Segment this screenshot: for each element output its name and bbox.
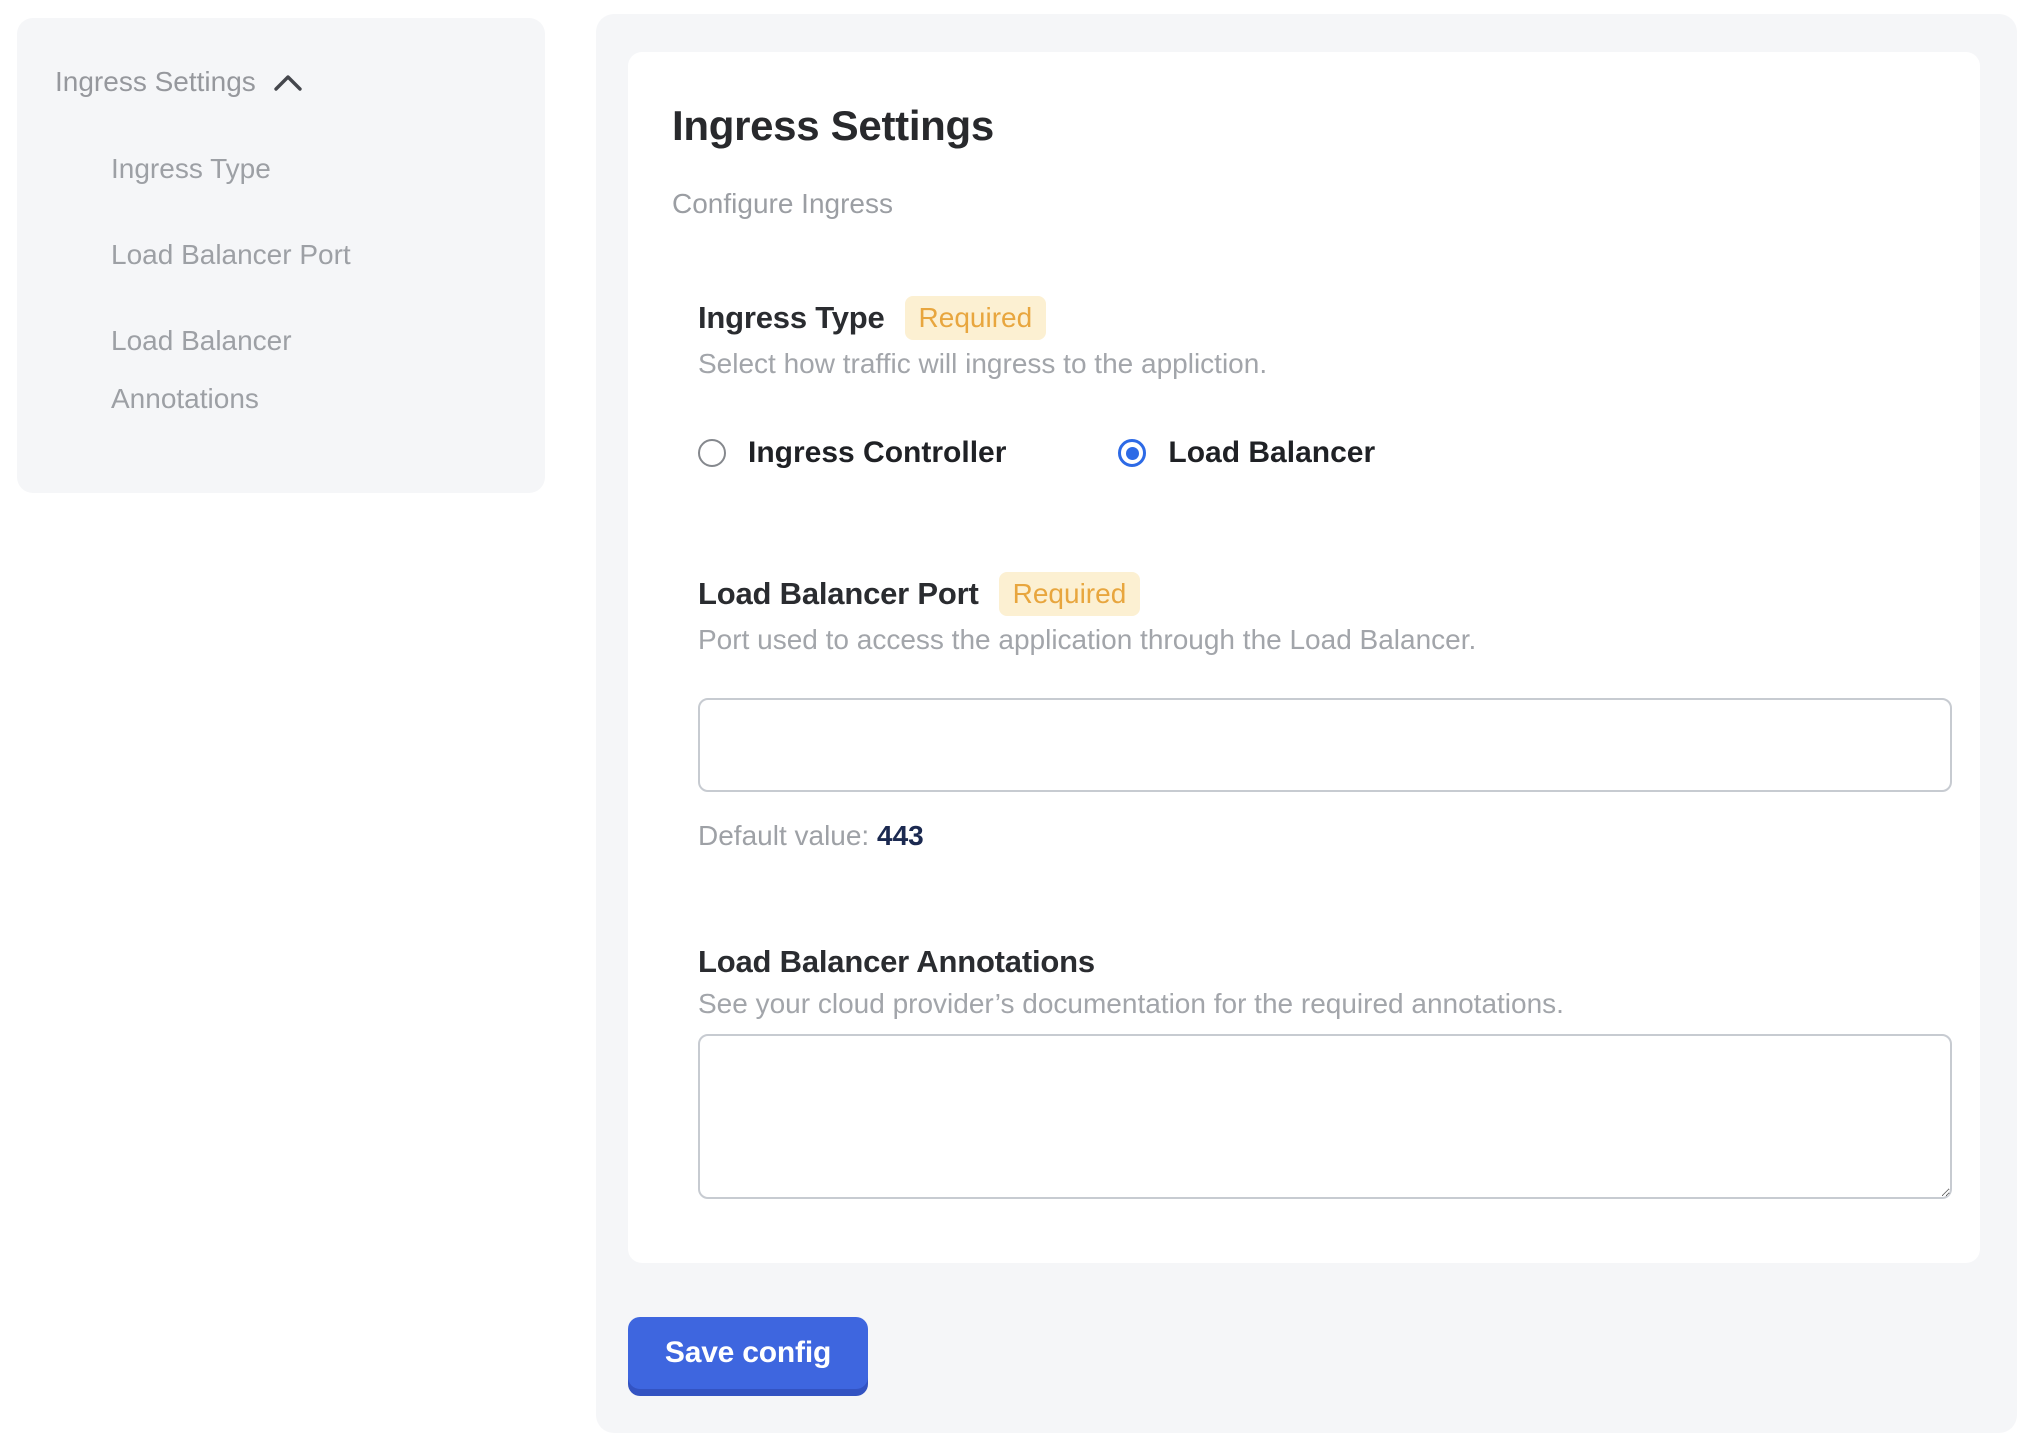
radio-option-label: Load Balancer [1168,436,1375,470]
radio-option-label: Ingress Controller [748,436,1006,470]
radio-dot [1126,447,1139,460]
load-balancer-port-label: Load Balancer Port [698,576,979,612]
radio-selected-icon[interactable] [1118,439,1146,467]
required-badge: Required [905,296,1047,340]
load-balancer-port-label-row: Load Balancer Port Required [698,572,1946,616]
radio-option-load-balancer[interactable]: Load Balancer [1118,436,1375,470]
sidebar-group-ingress-settings[interactable]: Ingress Settings [55,62,517,102]
load-balancer-annotations-description: See your cloud provider’s documentation … [698,988,1946,1020]
ingress-settings-card: Ingress Settings Configure Ingress Ingre… [628,52,1980,1263]
settings-sidebar: Ingress Settings Ingress Type Load Balan… [17,18,545,493]
default-value-label: Default value: [698,820,869,851]
section-load-balancer-annotations: Load Balancer Annotations See your cloud… [698,944,1946,1199]
page-subtitle: Configure Ingress [672,188,1946,220]
radio-unselected-icon[interactable] [698,439,726,467]
sidebar-item-load-balancer-port[interactable]: Load Balancer Port [111,226,441,284]
load-balancer-port-input[interactable] [698,698,1952,792]
sidebar-item-ingress-type[interactable]: Ingress Type [111,140,441,198]
ingress-type-label-row: Ingress Type Required [698,296,1946,340]
default-value: 443 [877,820,924,851]
ingress-type-label: Ingress Type [698,300,885,336]
save-config-button[interactable]: Save config [628,1317,868,1389]
ingress-type-description: Select how traffic will ingress to the a… [698,348,1946,380]
section-load-balancer-port: Load Balancer Port Required Port used to… [698,572,1946,852]
radio-option-ingress-controller[interactable]: Ingress Controller [698,436,1006,470]
load-balancer-port-description: Port used to access the application thro… [698,624,1946,656]
load-balancer-annotations-label: Load Balancer Annotations [698,944,1095,980]
load-balancer-annotations-label-row: Load Balancer Annotations [698,944,1946,980]
ingress-type-radio-group: Ingress Controller Load Balancer [698,436,1946,470]
sidebar-item-load-balancer-annotations[interactable]: Load Balancer Annotations [111,312,441,428]
default-value-line: Default value: 443 [698,820,1946,852]
sidebar-item-list: Ingress Type Load Balancer Port Load Bal… [111,140,517,428]
required-badge: Required [999,572,1141,616]
section-ingress-type: Ingress Type Required Select how traffic… [698,296,1946,470]
form-sections: Ingress Type Required Select how traffic… [698,296,1946,1199]
load-balancer-annotations-textarea[interactable] [698,1034,1952,1199]
settings-panel: Ingress Settings Configure Ingress Ingre… [596,14,2017,1433]
chevron-up-icon [272,71,304,97]
sidebar-group-label: Ingress Settings [55,62,256,102]
page-title: Ingress Settings [672,102,1946,150]
